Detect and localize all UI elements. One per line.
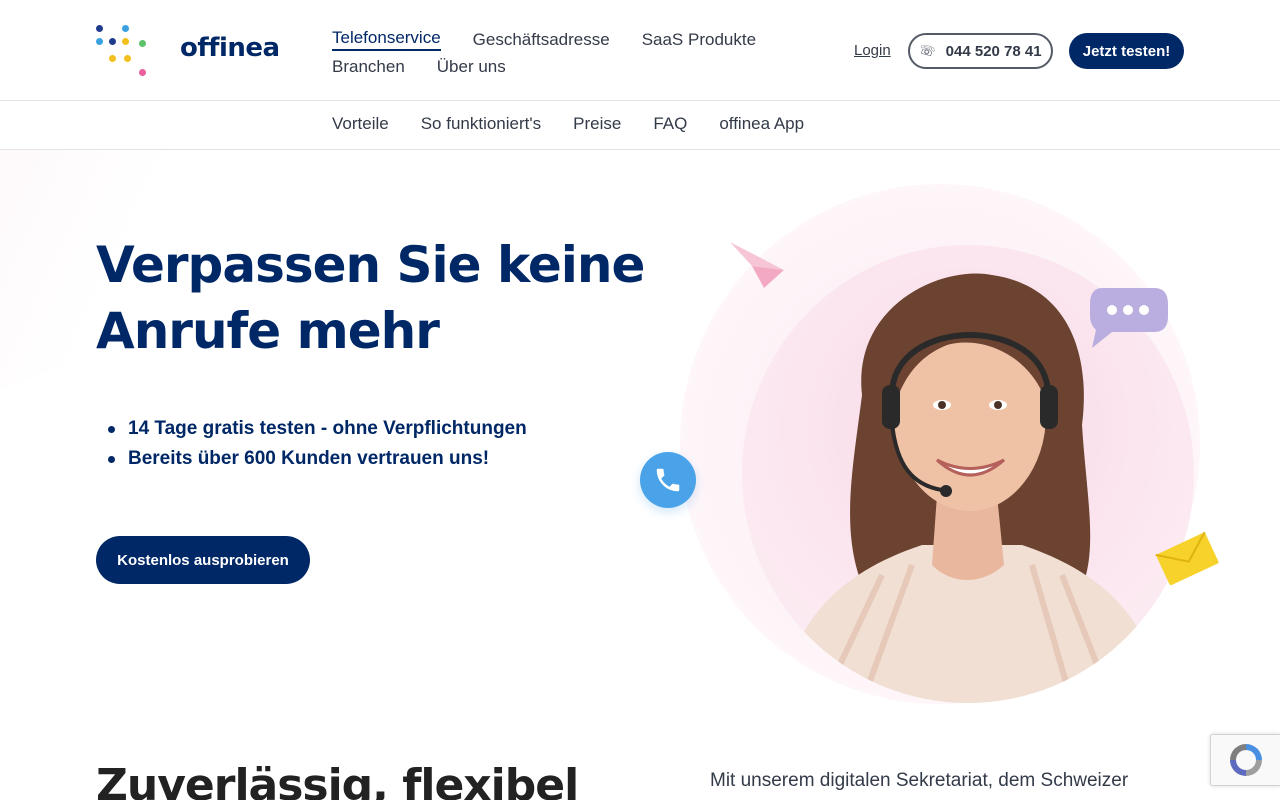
phone-button[interactable]: ☏ 044 520 78 41 <box>908 33 1053 69</box>
hero-benefits-list: 14 Tage gratis testen - ohne Verpflichtu… <box>108 414 527 474</box>
phone-icon: ☏ <box>917 41 938 60</box>
site-header: offinea Telefonservice Geschäftsadresse … <box>0 0 1280 101</box>
main-nav: Telefonservice Geschäftsadresse SaaS Pro… <box>332 26 772 80</box>
hero-illustration <box>636 180 1236 720</box>
list-item: 14 Tage gratis testen - ohne Verpflichtu… <box>108 414 527 444</box>
subnav-item-so-funktionierts[interactable]: So funktioniert's <box>421 114 541 134</box>
envelope-icon <box>1155 531 1219 586</box>
list-item: Bereits über 600 Kunden vertrauen uns! <box>108 444 527 474</box>
hero-title: Verpassen Sie keine Anrufe mehr <box>96 232 696 364</box>
try-now-button[interactable]: Jetzt testen! <box>1069 33 1184 69</box>
subnav-item-preise[interactable]: Preise <box>573 114 621 134</box>
nav-item-saas-produkte[interactable]: SaaS Produkte <box>642 30 756 50</box>
login-link[interactable]: Login <box>854 42 891 59</box>
chat-bubble-icon <box>1090 288 1168 348</box>
recaptcha-icon <box>1229 744 1262 776</box>
section-intro-text: Mit unserem digitalen Sekretariat, dem S… <box>710 770 1129 791</box>
phone-icon <box>640 452 696 508</box>
subnav-item-faq[interactable]: FAQ <box>653 114 687 134</box>
subnav-item-offinea-app[interactable]: offinea App <box>719 114 804 134</box>
logo[interactable]: offinea <box>94 22 284 78</box>
nav-item-telefonservice[interactable]: Telefonservice <box>332 28 441 51</box>
hero-title-line-2: Anrufe mehr <box>96 302 440 360</box>
logo-text: offinea <box>180 33 280 63</box>
subnav-item-vorteile[interactable]: Vorteile <box>332 114 389 134</box>
hero-title-line-1: Verpassen Sie keine <box>96 236 645 294</box>
try-free-button[interactable]: Kostenlos ausprobieren <box>96 536 310 584</box>
main-nav-row-1: Telefonservice Geschäftsadresse SaaS Pro… <box>332 26 772 53</box>
recaptcha-badge[interactable] <box>1210 734 1280 786</box>
paper-plane-icon <box>730 242 784 288</box>
nav-item-geschaeftsadresse[interactable]: Geschäftsadresse <box>473 30 610 50</box>
phone-number: 044 520 78 41 <box>945 42 1042 60</box>
main-nav-row-2: Branchen Über uns <box>332 53 772 80</box>
sub-nav: Vorteile So funktioniert's Preise FAQ of… <box>0 101 1280 150</box>
nav-item-ueber-uns[interactable]: Über uns <box>437 57 506 77</box>
dots-icon <box>94 22 154 78</box>
section-title: Zuverlässig, flexibel <box>96 760 579 800</box>
nav-item-branchen[interactable]: Branchen <box>332 57 405 77</box>
